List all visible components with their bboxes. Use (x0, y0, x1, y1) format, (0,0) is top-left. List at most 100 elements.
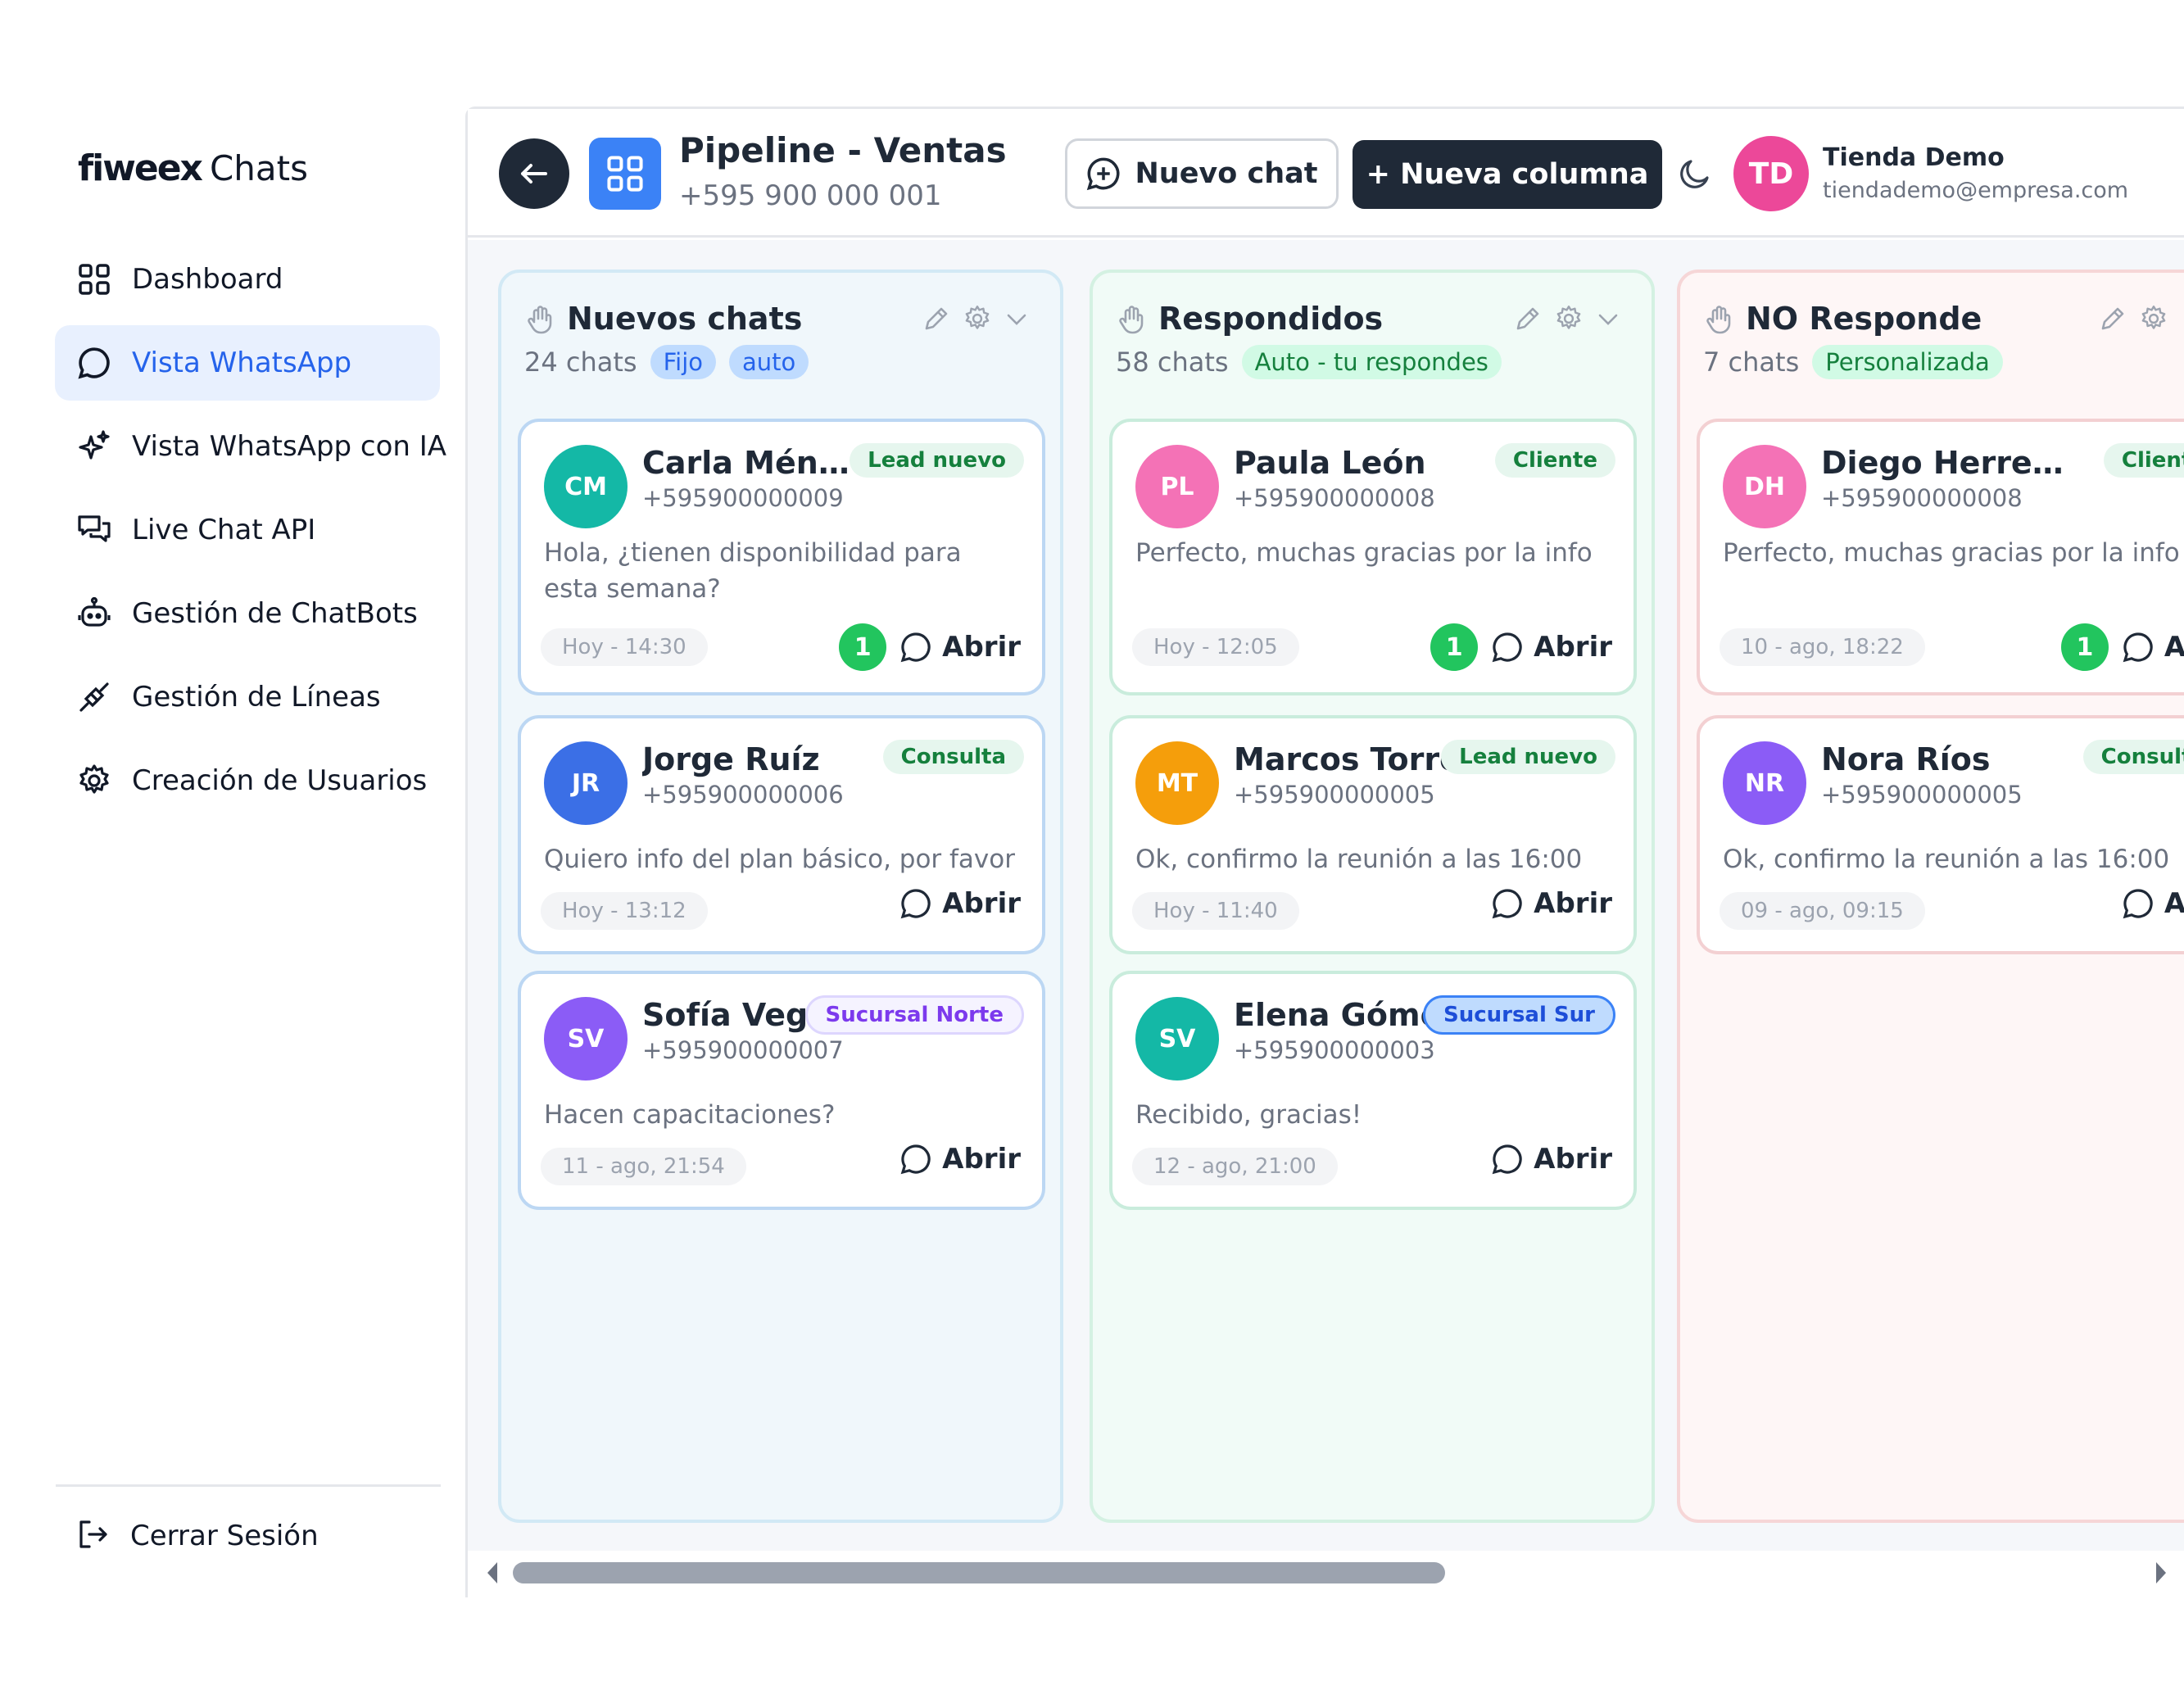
timestamp: Hoy - 13:12 (541, 892, 708, 930)
chat-card[interactable]: JR Jorge Ruíz +595900000006 Consulta Qui… (518, 715, 1045, 954)
back-button[interactable] (499, 138, 569, 209)
sidebar-item-vista-whatsapp[interactable]: Vista WhatsApp (55, 325, 440, 401)
drag-hand-icon[interactable] (524, 302, 557, 335)
column-title: Respondidos (1158, 301, 1384, 337)
last-message: Recibido, gracias! (1135, 1100, 1362, 1130)
card-actions: Abri (2122, 887, 2184, 920)
avatar[interactable]: TD (1733, 136, 1809, 211)
pencil-icon[interactable] (2098, 304, 2127, 333)
open-chat-button[interactable]: Abrir (1491, 631, 1612, 664)
sidebar-item-label: Live Chat API (132, 514, 316, 546)
pencil-icon[interactable] (1513, 304, 1543, 333)
new-column-button[interactable]: + Nueva columna (1353, 140, 1662, 209)
chat-count: 24 chats (524, 347, 637, 378)
avatar: DH (1723, 445, 1806, 528)
last-message: Ok, confirmo la reunión a las 16:00 (1723, 845, 2170, 874)
contact-phone: +595900000009 (642, 484, 844, 512)
open-chat-button[interactable]: Abrir (1491, 1143, 1612, 1176)
logout-button[interactable]: Cerrar Sesión (76, 1507, 319, 1565)
open-label: Abrir (942, 631, 1021, 664)
status-badge: Lead nuevo (1441, 740, 1615, 774)
sidebar-item-live-chat-api[interactable]: Live Chat API (55, 492, 440, 568)
last-message: Quiero info del plan básico, por favor (544, 845, 1015, 874)
last-message: Ok, confirmo la reunión a las 16:00 (1135, 845, 1583, 874)
card-actions: Abrir (899, 1143, 1021, 1176)
gear-icon[interactable] (963, 304, 992, 333)
chat-card[interactable]: PL Paula León +595900000008 Cliente Perf… (1109, 419, 1637, 695)
open-chat-button[interactable]: Abrir (1491, 887, 1612, 920)
open-chat-button[interactable]: Abrir (899, 887, 1021, 920)
chat-card[interactable]: MT Marcos Torres +595900000005 Lead nuev… (1109, 715, 1637, 954)
contact-phone: +595900000005 (1234, 781, 1435, 809)
last-message: Perfecto, muchas gracias por la info (1135, 538, 1593, 568)
sidebar-item-lineas[interactable]: Gestión de Líneas (55, 659, 440, 735)
pipeline-phone: +595 900 000 001 (679, 179, 942, 212)
chat-count: 58 chats (1116, 347, 1229, 378)
sidebar-item-vista-whatsapp-ia[interactable]: Vista WhatsApp con IA (55, 409, 446, 484)
logo-brand: fiweex (78, 147, 203, 189)
status-badge: Sucursal Sur (1422, 995, 1615, 1035)
column-tag: Fijo (650, 345, 717, 379)
contact-name: Jorge Ruíz (642, 741, 820, 777)
open-chat-button[interactable]: Abrir (899, 1143, 1021, 1176)
column-tools (2098, 304, 2168, 333)
status-badge: Consulta (2082, 740, 2184, 774)
sidebar: fiweex Chats Dashboard Vista WhatsApp Vi… (0, 0, 467, 1597)
chevron-down-icon[interactable] (1595, 306, 1621, 332)
drag-hand-icon[interactable] (1116, 302, 1149, 335)
user-email: tiendademo@empresa.com (1823, 178, 2129, 203)
new-chat-button[interactable]: Nuevo chat (1065, 138, 1339, 209)
chevron-down-icon[interactable] (1004, 306, 1030, 332)
horizontal-scrollbar[interactable] (468, 1551, 2184, 1600)
column-header[interactable]: NO Responde (1703, 294, 1982, 343)
sidebar-item-chatbots[interactable]: Gestión de ChatBots (55, 576, 440, 651)
chat-bubble-icon (900, 1144, 931, 1175)
sidebar-divider (56, 1484, 441, 1487)
sidebar-item-usuarios[interactable]: Creación de Usuarios (55, 743, 440, 818)
scroll-right-icon[interactable] (2151, 1559, 2171, 1587)
scroll-left-icon[interactable] (483, 1559, 502, 1587)
open-label: Abri (2164, 631, 2184, 664)
drag-hand-icon[interactable] (1703, 302, 1736, 335)
sidebar-nav: Dashboard Vista WhatsApp Vista WhatsApp … (55, 242, 446, 827)
open-chat-button[interactable]: Abri (2122, 887, 2184, 920)
pencil-icon[interactable] (922, 304, 951, 333)
chat-bubble-icon (1492, 889, 1522, 919)
scrollbar-thumb[interactable] (513, 1562, 1445, 1583)
open-chat-button[interactable]: Abri (2122, 631, 2184, 664)
chat-card[interactable]: NR Nora Ríos +595900000005 Consulta Ok, … (1697, 715, 2184, 954)
contact-name: Sofía Vega (642, 997, 829, 1033)
status-badge: Cliente (1494, 443, 1615, 478)
card-actions: 1 Abrir (839, 623, 1021, 671)
column-header[interactable]: Nuevos chats (524, 294, 802, 343)
card-actions: Abrir (899, 887, 1021, 920)
sidebar-item-label: Gestión de Líneas (132, 681, 381, 714)
last-message: Perfecto, muchas gracias por la info (1723, 538, 2180, 568)
open-chat-button[interactable]: Abrir (899, 631, 1021, 664)
avatar: MT (1135, 741, 1219, 825)
gear-icon[interactable] (2139, 304, 2168, 333)
timestamp: 10 - ago, 18:22 (1720, 628, 1925, 666)
contact-name: Paula León (1234, 445, 1426, 481)
chat-bubble-icon (76, 345, 112, 381)
gear-icon[interactable] (1554, 304, 1584, 333)
sidebar-item-dashboard[interactable]: Dashboard (55, 242, 440, 317)
kanban-board: Nuevos chats 24 chats Fijo auto CM Carla… (468, 240, 2184, 1551)
chat-card[interactable]: DH Diego Herrera +595900000008 Cliente P… (1697, 419, 2184, 695)
timestamp: Hoy - 14:30 (541, 628, 708, 666)
column-subheader: 58 chats Auto - tu respondes (1116, 345, 1502, 379)
status-badge: Lead nuevo (850, 443, 1024, 478)
sidebar-item-label: Creación de Usuarios (132, 764, 428, 797)
moon-icon[interactable] (1676, 155, 1714, 196)
sidebar-item-label: Vista WhatsApp (132, 347, 352, 379)
main-panel: Pipeline - Ventas +595 900 000 001 Nuevo… (465, 106, 2184, 1600)
grid-icon (76, 261, 112, 297)
column-header[interactable]: Respondidos (1116, 294, 1383, 343)
user-name: Tienda Demo (1823, 143, 2005, 172)
timestamp: 12 - ago, 21:00 (1132, 1148, 1338, 1185)
arrow-left-icon (521, 164, 547, 183)
chat-card[interactable]: CM Carla Ménd... +595900000009 Lead nuev… (518, 419, 1045, 695)
chat-card[interactable]: SV Sofía Vega +595900000007 Sucursal Nor… (518, 971, 1045, 1210)
chat-card[interactable]: SV Elena Gómez +595900000003 Sucursal Su… (1109, 971, 1637, 1210)
contact-phone: +595900000006 (642, 781, 844, 809)
